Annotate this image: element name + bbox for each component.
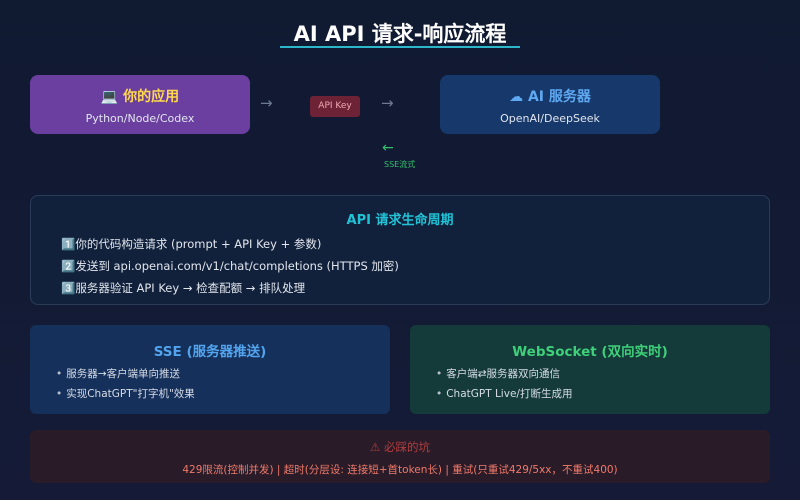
laptop-icon: 💻 <box>100 89 119 105</box>
list-item: 实现ChatGPT"打字机"效果 <box>56 384 195 404</box>
pitfalls-title: 必踩的坑 <box>383 440 430 454</box>
lifecycle-step: 3️⃣服务器验证 API Key → 检查配额 → 排队处理 <box>61 281 306 295</box>
sse-panel-title: SSE (服务器推送) <box>153 344 267 360</box>
lifecycle-step: 1️⃣你的代码构造请求 (prompt + API Key + 参数) <box>61 237 322 251</box>
diagram-title: AI API 请求-响应流程 <box>293 22 507 46</box>
pitfalls-heading: ⚠ 必踩的坑 <box>30 439 770 455</box>
title-underline <box>280 46 520 48</box>
list-item: 服务器→客户端单向推送 <box>56 364 195 384</box>
websocket-feature-list: 客户端⇄服务器双向通信 ChatGPT Live/打断生成用 <box>436 364 572 404</box>
client-app-box: 💻 你的应用 Python/Node/Codex <box>30 75 250 134</box>
sse-panel: SSE (服务器推送) 服务器→客户端单向推送 实现ChatGPT"打字机"效果 <box>30 325 390 414</box>
lifecycle-panel: API 请求生命周期 1️⃣你的代码构造请求 (prompt + API Key… <box>30 195 770 305</box>
sse-feature-list: 服务器→客户端单向推送 实现ChatGPT"打字机"效果 <box>56 364 195 404</box>
warning-icon: ⚠ <box>370 440 381 454</box>
lifecycle-step: 2️⃣发送到 api.openai.com/v1/chat/completion… <box>61 259 399 273</box>
list-item: 客户端⇄服务器双向通信 <box>436 364 572 384</box>
arrow-right-icon: → <box>260 94 273 112</box>
arrow-left-icon: ← <box>382 140 394 156</box>
pitfalls-panel: ⚠ 必踩的坑 429限流(控制并发) | 超时(分层设: 连接短+首token长… <box>30 430 770 483</box>
cloud-icon: ☁ <box>509 89 524 105</box>
client-app-subtitle: Python/Node/Codex <box>85 112 195 125</box>
ai-server-box: ☁ AI 服务器 OpenAI/DeepSeek <box>440 75 660 134</box>
sse-stream-label: SSE流式 <box>384 160 416 169</box>
ai-server-subtitle: OpenAI/DeepSeek <box>500 112 600 125</box>
api-key-badge: API Key <box>310 96 360 117</box>
client-app-heading: 💻 你的应用 <box>30 86 250 106</box>
ai-server-name: AI 服务器 <box>527 89 591 105</box>
lifecycle-title: API 请求生命周期 <box>346 213 454 228</box>
arrow-right-icon: → <box>381 94 394 112</box>
client-app-name: 你的应用 <box>123 89 180 105</box>
ai-server-heading: ☁ AI 服务器 <box>440 86 660 106</box>
list-item: ChatGPT Live/打断生成用 <box>436 384 572 404</box>
websocket-panel-title: WebSocket (双向实时) <box>512 344 668 360</box>
websocket-panel: WebSocket (双向实时) 客户端⇄服务器双向通信 ChatGPT Liv… <box>410 325 770 414</box>
pitfalls-text: 429限流(控制并发) | 超时(分层设: 连接短+首token长) | 重试(… <box>182 464 618 476</box>
